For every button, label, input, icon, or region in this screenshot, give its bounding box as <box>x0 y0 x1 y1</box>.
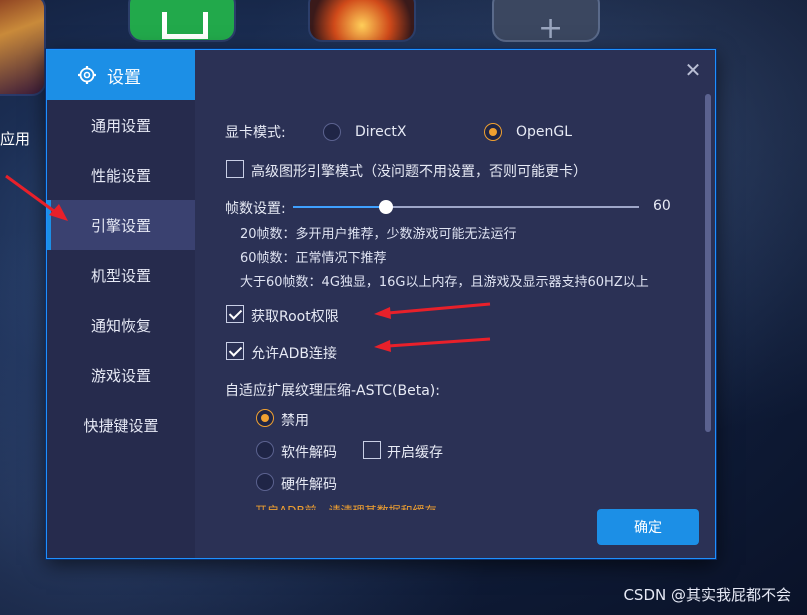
confirm-button[interactable]: 确定 <box>597 509 699 545</box>
astc-label: 自适应扩展纹理压缩-ASTC(Beta): <box>225 383 440 399</box>
green-app-icon[interactable] <box>128 0 236 42</box>
settings-title: 设置 <box>107 67 141 88</box>
game-app-icon-2[interactable] <box>308 0 416 42</box>
adb-label: 允许ADB连接 <box>251 346 337 362</box>
csdn-watermark: CSDN @其实我屁都不会 <box>623 586 791 604</box>
radio-opengl[interactable] <box>484 123 502 141</box>
game-app-icon[interactable] <box>0 0 46 96</box>
opengl-label: OpenGL <box>516 124 573 140</box>
radio-astc-hardware[interactable] <box>256 473 274 491</box>
root-checkbox[interactable] <box>226 305 244 323</box>
cache-label: 开启缓存 <box>387 445 443 461</box>
settings-header: 设置 <box>47 50 195 100</box>
directx-label: DirectX <box>355 124 407 140</box>
annotation-arrow-root <box>374 302 491 319</box>
fps-value: 60 <box>653 198 671 214</box>
nav-general[interactable]: 通用设置 <box>47 100 195 150</box>
app-label: 应用 <box>0 130 31 148</box>
close-icon[interactable]: ✕ <box>683 60 703 80</box>
fps-note-above-60: 大于60帧数：4G独显，16G以上内存，且游戏及显示器支持60HZ以上 <box>240 275 649 290</box>
settings-sidebar: 设置 通用设置 性能设置 引擎设置 机型设置 通知恢复 游戏设置 快捷键设置 <box>47 50 195 558</box>
cache-checkbox[interactable] <box>363 441 381 459</box>
nav-notification[interactable]: 通知恢复 <box>47 300 195 350</box>
fps-note-20: 20帧数：多开用户推荐，少数游戏可能无法运行 <box>240 227 517 242</box>
gpu-mode-label: 显卡模式: <box>225 125 286 141</box>
annotation-arrow-nav <box>5 174 68 221</box>
astc-software-label: 软件解码 <box>281 445 337 461</box>
root-label: 获取Root权限 <box>251 309 339 325</box>
scrollbar-thumb[interactable] <box>705 94 711 432</box>
nav-device-model[interactable]: 机型设置 <box>47 250 195 300</box>
fps-note-60: 60帧数：正常情况下推荐 <box>240 251 387 266</box>
gear-icon <box>78 66 96 84</box>
fps-slider-knob[interactable] <box>379 200 393 214</box>
add-app-icon[interactable]: + <box>492 0 600 42</box>
annotation-arrow-adb <box>374 337 491 352</box>
astc-disabled-label: 禁用 <box>281 413 309 429</box>
nav-game[interactable]: 游戏设置 <box>47 350 195 400</box>
fps-slider-fill <box>293 206 385 208</box>
advanced-graphics-checkbox[interactable] <box>226 160 244 178</box>
adb-hint-cut: 开启ADB前，请清理某数据和缓存 <box>255 502 437 510</box>
fps-label: 帧数设置: <box>225 201 286 217</box>
astc-hardware-label: 硬件解码 <box>281 477 337 493</box>
nav-shortcut[interactable]: 快捷键设置 <box>47 400 195 450</box>
adb-checkbox[interactable] <box>226 342 244 360</box>
advanced-graphics-label: 高级图形引擎模式（没问题不用设置，否则可能更卡） <box>251 164 587 180</box>
radio-astc-software[interactable] <box>256 441 274 459</box>
radio-astc-disabled[interactable] <box>256 409 274 427</box>
radio-directx[interactable] <box>323 123 341 141</box>
